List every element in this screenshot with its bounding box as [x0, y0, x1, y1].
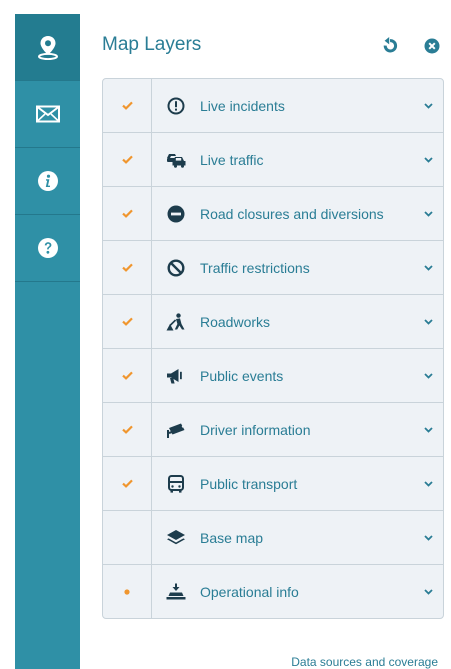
- layer-label: Base map: [200, 529, 264, 546]
- panel-title: Map Layers: [102, 34, 202, 55]
- envelope-icon: [35, 105, 60, 123]
- sidebar: [15, 14, 80, 669]
- layer-row-roadworks[interactable]: Roadworks: [103, 295, 443, 349]
- chevron-down-icon: [423, 210, 433, 217]
- layer-checkbox[interactable]: [103, 187, 152, 240]
- layer-row-base-map[interactable]: Base map: [103, 511, 443, 565]
- data-sources-link[interactable]: Data sources and coverage: [291, 655, 438, 669]
- layer-checkbox[interactable]: [103, 295, 152, 348]
- layer-checkbox[interactable]: [103, 241, 152, 294]
- chevron-down-icon: [423, 102, 433, 109]
- partial-dot-icon: [124, 588, 130, 595]
- no-entry-icon: [167, 205, 185, 222]
- panel-header: Map Layers: [102, 14, 444, 78]
- layer-row-operational-info[interactable]: Operational info: [103, 565, 443, 618]
- close-icon: [424, 38, 440, 54]
- chevron-down-icon: [423, 588, 433, 595]
- chevron-down-icon: [423, 372, 433, 379]
- close-button[interactable]: [422, 36, 442, 56]
- roadworks-icon: [166, 312, 185, 330]
- operational-icon: [166, 583, 186, 599]
- layer-label: Roadworks: [200, 313, 271, 330]
- expand-button[interactable]: [413, 511, 443, 564]
- layer-row-traffic-restrictions[interactable]: Traffic restrictions: [103, 241, 443, 295]
- info-icon: [37, 171, 58, 191]
- layer-label: Operational info: [200, 583, 299, 600]
- bus-icon: [168, 474, 184, 493]
- layer-checkbox[interactable]: [103, 565, 152, 618]
- checkmark-icon: [121, 425, 133, 434]
- megaphone-icon: [167, 368, 182, 383]
- layer-row-live-incidents[interactable]: Live incidents: [103, 79, 443, 133]
- refresh-icon: [383, 37, 398, 53]
- sidebar-item-info[interactable]: [15, 148, 80, 215]
- chevron-down-icon: [423, 156, 433, 163]
- layer-label: Public transport: [200, 475, 298, 492]
- expand-button[interactable]: [413, 403, 443, 456]
- layer-checkbox[interactable]: [103, 79, 152, 132]
- checkmark-icon: [121, 263, 133, 272]
- checkmark-icon: [121, 101, 133, 110]
- map-pin-icon: [37, 36, 58, 60]
- layer-row-road-closures[interactable]: Road closures and diversions: [103, 187, 443, 241]
- layers-icon: [167, 529, 185, 544]
- layer-label: Live traffic: [200, 151, 264, 168]
- expand-button[interactable]: [413, 349, 443, 402]
- help-icon: [37, 238, 58, 258]
- expand-button[interactable]: [413, 79, 443, 132]
- layer-row-live-traffic[interactable]: Live traffic: [103, 133, 443, 187]
- refresh-button[interactable]: [380, 36, 400, 56]
- layer-label: Public events: [200, 367, 284, 384]
- layer-checkbox[interactable]: [103, 403, 152, 456]
- checkmark-icon: [121, 209, 133, 218]
- layer-list: Live incidents Live traffic Road closure…: [102, 78, 444, 619]
- layer-checkbox[interactable]: [103, 511, 152, 564]
- layer-checkbox[interactable]: [103, 349, 152, 402]
- expand-button[interactable]: [413, 565, 443, 618]
- layer-checkbox[interactable]: [103, 457, 152, 510]
- chevron-down-icon: [423, 264, 433, 271]
- layer-row-public-transport[interactable]: Public transport: [103, 457, 443, 511]
- chevron-down-icon: [423, 480, 433, 487]
- layer-row-driver-information[interactable]: Driver information: [103, 403, 443, 457]
- chevron-down-icon: [423, 318, 433, 325]
- sidebar-item-map-layers[interactable]: [15, 14, 80, 81]
- car-icon: [167, 153, 186, 168]
- layer-label: Traffic restrictions: [200, 259, 310, 276]
- camera-icon: [167, 423, 185, 438]
- alert-circle-icon: [167, 97, 185, 114]
- layer-checkbox[interactable]: [103, 133, 152, 186]
- checkmark-icon: [121, 317, 133, 326]
- expand-button[interactable]: [413, 457, 443, 510]
- expand-button[interactable]: [413, 295, 443, 348]
- sidebar-item-messages[interactable]: [15, 81, 80, 148]
- expand-button[interactable]: [413, 133, 443, 186]
- checkmark-icon: [121, 155, 133, 164]
- expand-button[interactable]: [413, 187, 443, 240]
- layer-label: Driver information: [200, 421, 311, 438]
- checkmark-icon: [121, 479, 133, 488]
- prohibited-icon: [167, 258, 185, 277]
- layer-label: Road closures and diversions: [200, 205, 384, 222]
- layer-label: Live incidents: [200, 97, 285, 114]
- sidebar-item-help[interactable]: [15, 215, 80, 282]
- chevron-down-icon: [423, 426, 433, 433]
- map-layers-panel: Map Layers Live incidents Live traffic R…: [102, 14, 444, 619]
- expand-button[interactable]: [413, 241, 443, 294]
- chevron-down-icon: [423, 534, 433, 541]
- checkmark-icon: [121, 371, 133, 380]
- layer-row-public-events[interactable]: Public events: [103, 349, 443, 403]
